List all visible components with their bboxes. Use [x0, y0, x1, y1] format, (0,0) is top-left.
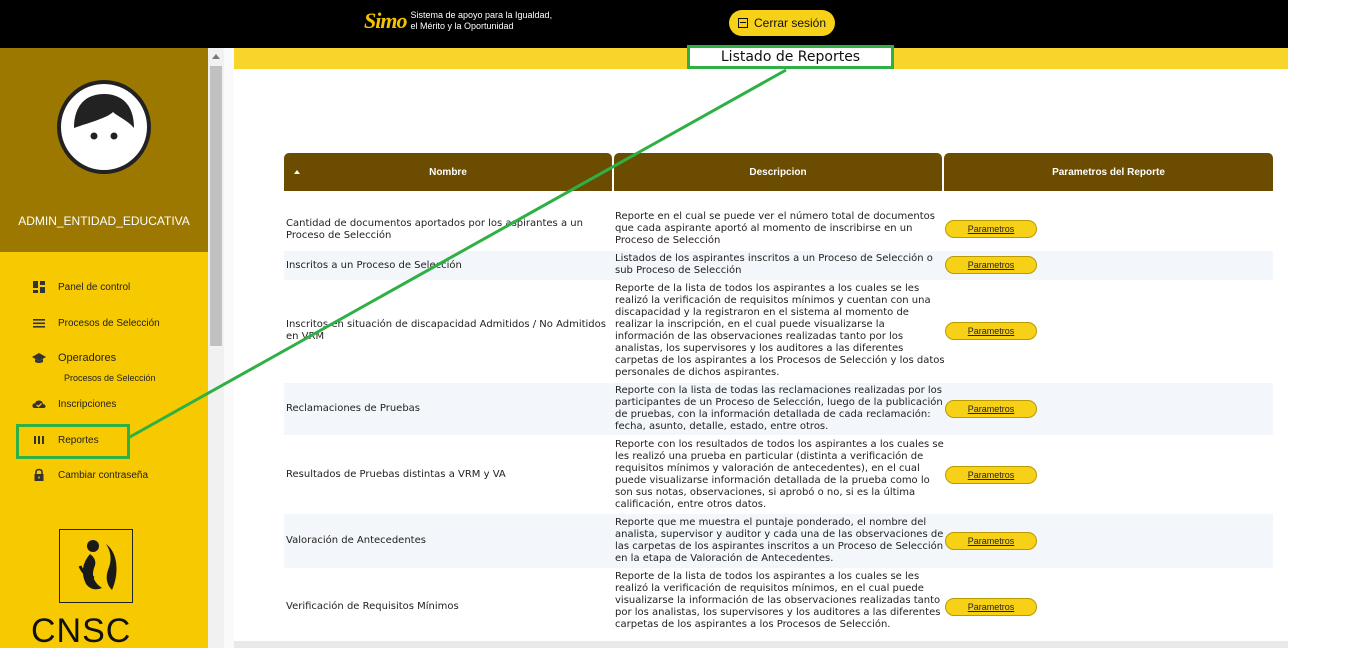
report-name: Verificación de Requisitos Mínimos [286, 601, 459, 612]
sidebar-item-label: Operadores [58, 352, 117, 364]
report-name: Valoración de Antecedentes [286, 535, 426, 546]
dashboard-icon [33, 281, 45, 293]
user-face-icon [74, 94, 134, 140]
username: ADMIN_ENTIDAD_EDUCATIVA [18, 214, 190, 228]
sidebar-item-cambiar-contrasena[interactable]: Cambiar contraseña [32, 468, 148, 482]
logout-icon [737, 18, 748, 28]
logout-label: Cerrar sesión [753, 16, 827, 30]
lock-icon [34, 468, 44, 481]
sidebar-item-reportes[interactable]: Reportes [32, 433, 99, 447]
logo-tagline-line2: el Mérito y la Oportunidad [410, 21, 514, 31]
column-header-label: Parametros del Reporte [1052, 166, 1165, 178]
columns-icon [34, 436, 44, 444]
sidebar-profile: ADMIN_ENTIDAD_EDUCATIVA [0, 48, 208, 252]
cloud-check-icon [32, 400, 46, 408]
right-margin [1288, 0, 1346, 648]
sidebar-subitem-procesos[interactable]: Procesos de Selección [64, 373, 156, 383]
logo-tagline-line1: Sistema de apoyo para la Igualdad, [410, 10, 553, 20]
parametros-button[interactable]: Parametros [945, 598, 1037, 616]
sidebar-item-label: Inscripciones [58, 398, 117, 410]
report-name: Inscritos en situación de discapacidad A… [286, 319, 606, 342]
table-row: Inscritos en situación de discapacidad A… [284, 282, 1273, 382]
org-name: CNSC [31, 612, 132, 648]
sidebar-item-inscripciones[interactable]: Inscripciones [32, 397, 116, 411]
cnsc-emblem [59, 529, 133, 603]
report-name: Inscritos a un Proceso de Selección [286, 260, 462, 271]
report-name: Cantidad de documentos aportados por los… [286, 218, 583, 241]
cnsc-emblem-icon [78, 540, 117, 590]
table-row: Resultados de Pruebas distintas a VRM y … [284, 437, 1273, 512]
list-icon [33, 319, 45, 328]
sidebar-item-label: Procesos de Selección [58, 317, 160, 329]
simo-logo: Simo Sistema de apoyo para la Igualdad, … [364, 8, 552, 34]
sort-ascending-icon [294, 170, 300, 174]
scroll-thumb[interactable] [210, 66, 222, 346]
sidebar-item-panel-de-control[interactable]: Panel de control [32, 280, 130, 294]
avatar [57, 80, 151, 174]
graduation-cap-icon [32, 353, 46, 363]
sidebar: ADMIN_ENTIDAD_EDUCATIVA Panel de control… [0, 48, 208, 648]
parametros-button[interactable]: Parametros [945, 256, 1037, 274]
column-header-parametros[interactable]: Parametros del Reporte [944, 153, 1273, 191]
report-description: Reporte de la lista de todos los aspiran… [615, 283, 945, 378]
parametros-button[interactable]: Parametros [945, 532, 1037, 550]
report-description: Listados de los aspirantes inscritos a u… [615, 253, 933, 276]
sidebar-item-label: Panel de control [58, 281, 131, 293]
horizontal-scrollbar[interactable] [234, 641, 1288, 648]
sidebar-item-operadores[interactable]: Operadores [32, 351, 116, 365]
report-description: Reporte de la lista de todos los aspiran… [615, 571, 941, 630]
column-header-label: Descripcion [749, 166, 807, 178]
report-description: Reporte con los resultados de todos los … [615, 439, 944, 510]
table-row: Valoración de Antecedentes Reporte que m… [284, 514, 1273, 568]
sidebar-scrollbar[interactable] [208, 48, 224, 648]
sidebar-item-procesos[interactable]: Procesos de Selección [32, 316, 160, 330]
table-row: Inscritos a un Proceso de Selección List… [284, 251, 1273, 280]
table-row: Verificación de Requisitos Mínimos Repor… [284, 569, 1273, 641]
sidebar-item-label: Reportes [58, 434, 99, 446]
report-name: Reclamaciones de Pruebas [286, 403, 421, 414]
column-header-nombre[interactable]: Nombre [284, 153, 612, 191]
report-name: Resultados de Pruebas distintas a VRM y … [286, 469, 506, 480]
report-description: Reporte que me muestra el puntaje ponder… [615, 517, 944, 564]
parametros-button[interactable]: Parametros [945, 466, 1037, 484]
top-bar: Simo Sistema de apoyo para la Igualdad, … [0, 0, 1288, 48]
table-row: Reclamaciones de Pruebas Reporte con la … [284, 383, 1273, 435]
report-description: Reporte con la lista de todas las reclam… [615, 385, 943, 432]
table-row: Cantidad de documentos aportados por los… [284, 210, 1273, 250]
parametros-button[interactable]: Parametros [945, 322, 1037, 340]
column-header-label: Nombre [429, 166, 467, 178]
logout-button[interactable]: Cerrar sesión [729, 10, 835, 36]
logo-mark: Simo [364, 8, 407, 33]
parametros-button[interactable]: Parametros [945, 220, 1037, 238]
page-title: Listado de Reportes [687, 45, 894, 69]
scroll-up-arrow-icon[interactable] [212, 54, 220, 59]
content-gutter [224, 48, 234, 648]
report-description: Reporte en el cual se puede ver el númer… [615, 211, 935, 246]
column-header-descripcion[interactable]: Descripcion [614, 153, 942, 191]
logo-tagline: Sistema de apoyo para la Igualdad, el Mé… [410, 10, 552, 32]
sidebar-item-label: Cambiar contraseña [58, 469, 149, 481]
parametros-button[interactable]: Parametros [945, 400, 1037, 418]
